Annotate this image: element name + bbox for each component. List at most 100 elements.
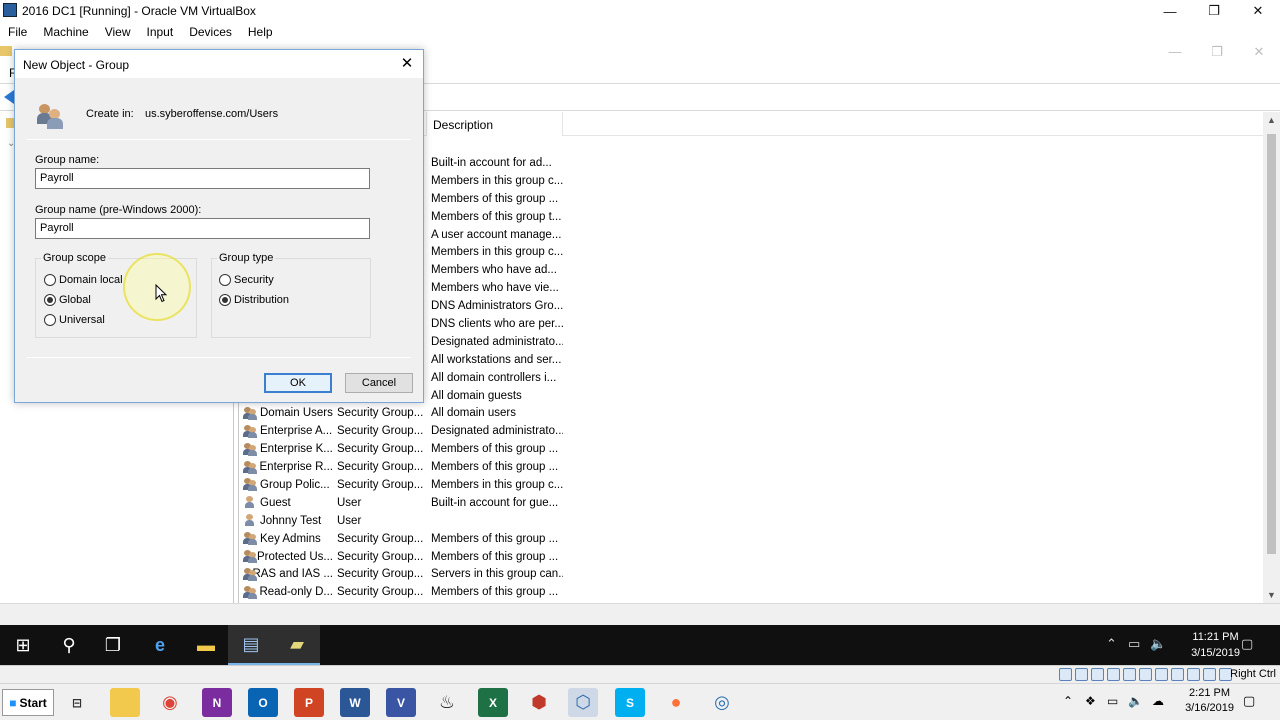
- guest-clock[interactable]: 11:21 PM 3/15/2019: [1191, 629, 1240, 661]
- table-row[interactable]: Protected Us... Security Group... Members …: [239, 548, 1263, 566]
- onenote-icon[interactable]: N: [202, 688, 232, 717]
- internet-explorer-icon[interactable]: e: [137, 625, 183, 665]
- cell-type: Security Group...: [337, 532, 424, 545]
- red-app-icon[interactable]: ⬢: [524, 688, 554, 717]
- menu-machine[interactable]: Machine: [35, 22, 96, 42]
- list-vertical-scrollbar[interactable]: ▲ ▼: [1263, 112, 1280, 603]
- onedrive-icon[interactable]: ☁: [1152, 694, 1164, 708]
- mmc-close-button[interactable]: ✕: [1238, 44, 1280, 60]
- radio-universal[interactable]: Universal: [44, 314, 105, 326]
- group-icon: [243, 478, 258, 492]
- cancel-button[interactable]: Cancel: [345, 373, 413, 393]
- dropbox-icon[interactable]: ❖: [1085, 694, 1096, 708]
- notifications-icon[interactable]: ▢: [1243, 693, 1255, 709]
- restore-button[interactable]: ❐: [1192, 0, 1236, 22]
- video-capture-icon[interactable]: [1171, 668, 1184, 681]
- outlook-icon[interactable]: O: [248, 688, 278, 717]
- display-icon[interactable]: [1155, 668, 1168, 681]
- tray-chevron-up-icon[interactable]: ⌃: [1106, 636, 1117, 652]
- firefox-icon[interactable]: ●: [661, 688, 691, 717]
- notifications-icon[interactable]: ▢: [1241, 636, 1253, 652]
- radio-security[interactable]: Security: [219, 274, 274, 286]
- file-explorer-icon[interactable]: ▬: [183, 625, 229, 665]
- cell-name-text: Protected Us...: [256, 550, 333, 563]
- host-start-button[interactable]: ■ Start: [2, 689, 54, 716]
- mouse-integration-icon[interactable]: [1203, 668, 1216, 681]
- start-label: Start: [19, 695, 47, 710]
- cell-name-text: Johnny Test: [260, 514, 322, 527]
- user-icon: [243, 496, 258, 509]
- menu-file[interactable]: File: [0, 22, 35, 42]
- hdd-icon[interactable]: [1059, 668, 1072, 681]
- audio-icon[interactable]: [1091, 668, 1104, 681]
- table-row[interactable]: Guest User Built-in account for gue...: [239, 494, 1263, 512]
- table-row[interactable]: Group Polic... Security Group... Members i…: [239, 476, 1263, 494]
- group-icon: [37, 102, 67, 130]
- powerpoint-icon[interactable]: P: [294, 688, 324, 717]
- group-icon: [243, 567, 257, 581]
- minimize-button[interactable]: —: [1148, 0, 1192, 22]
- radio-distribution[interactable]: Distribution: [219, 294, 289, 306]
- network-icon[interactable]: ▭: [1107, 694, 1118, 708]
- group-name-input[interactable]: Payroll: [35, 168, 370, 189]
- cpu-icon[interactable]: [1187, 668, 1200, 681]
- cell-name-text: Key Admins: [260, 532, 321, 545]
- scroll-thumb[interactable]: [1267, 134, 1276, 554]
- mmc-restore-button[interactable]: ❐: [1196, 44, 1238, 60]
- virtualbox-icon[interactable]: ⬡: [568, 688, 598, 717]
- close-button[interactable]: ✕: [1236, 0, 1280, 22]
- shared-folder-icon[interactable]: [1139, 668, 1152, 681]
- windows-start-icon[interactable]: ⊞: [0, 625, 46, 665]
- host-key-label: Right Ctrl: [1230, 668, 1276, 680]
- tray-chevron-up-icon[interactable]: ⌃: [1063, 694, 1073, 708]
- table-row[interactable]: Enterprise K... Security Group... Members …: [239, 440, 1263, 458]
- dialog-close-icon[interactable]: ✕: [397, 54, 417, 74]
- menu-help[interactable]: Help: [240, 22, 281, 42]
- chrome-icon[interactable]: ◉: [155, 688, 185, 717]
- file-explorer-icon[interactable]: [110, 688, 140, 717]
- search-icon[interactable]: ⚲: [46, 625, 92, 665]
- circle-app-icon[interactable]: ◎: [707, 688, 737, 717]
- cell-description: A user account manage...: [431, 228, 562, 241]
- server-manager-icon[interactable]: ▤: [228, 625, 274, 665]
- menu-devices[interactable]: Devices: [181, 22, 240, 42]
- ad-users-computers-icon[interactable]: ▰: [274, 625, 320, 665]
- mmc-minimize-button[interactable]: —: [1154, 44, 1196, 60]
- column-header-description[interactable]: Description: [427, 112, 563, 136]
- host-clock[interactable]: 2:21 PM 3/16/2019: [1185, 686, 1234, 716]
- task-view-icon[interactable]: ⊟: [62, 688, 92, 717]
- table-row[interactable]: Domain Users Security Group... All domain …: [239, 404, 1263, 422]
- task-view-icon[interactable]: ❐: [90, 625, 136, 665]
- menu-input[interactable]: Input: [139, 22, 182, 42]
- table-row[interactable]: Read-only D... Security Group... Members o…: [239, 583, 1263, 601]
- usb-icon[interactable]: [1123, 668, 1136, 681]
- excel-icon[interactable]: X: [478, 688, 508, 717]
- menu-view[interactable]: View: [97, 22, 139, 42]
- network-adapter-icon[interactable]: [1107, 668, 1120, 681]
- ok-button[interactable]: OK: [264, 373, 332, 393]
- flame-app-icon[interactable]: ♨: [432, 688, 462, 717]
- radio-global[interactable]: Global: [44, 294, 91, 306]
- cell-name-text: Group Polic...: [260, 478, 330, 491]
- back-arrow-icon[interactable]: [4, 90, 14, 104]
- network-icon[interactable]: ▭: [1128, 636, 1140, 652]
- visio-icon[interactable]: V: [386, 688, 416, 717]
- table-row[interactable]: Enterprise R... Security Group... Members …: [239, 458, 1263, 476]
- volume-icon[interactable]: 🔈: [1128, 694, 1143, 708]
- scroll-up-icon[interactable]: ▲: [1267, 115, 1276, 125]
- table-row[interactable]: Key Admins Security Group... Members of th…: [239, 530, 1263, 548]
- cell-description: Members in this group c...: [431, 174, 563, 187]
- scroll-down-icon[interactable]: ▼: [1267, 590, 1276, 600]
- optical-drive-icon[interactable]: [1075, 668, 1088, 681]
- cell-name-text: RAS and IAS ...: [252, 568, 333, 581]
- radio-domain-local[interactable]: Domain local: [44, 274, 123, 286]
- skype-icon[interactable]: S: [615, 688, 645, 717]
- cell-type: Security Group...: [337, 550, 424, 563]
- volume-icon[interactable]: 🔈: [1150, 636, 1166, 652]
- table-row[interactable]: Johnny Test User: [239, 512, 1263, 530]
- group-name-pre2000-input[interactable]: Payroll: [35, 218, 370, 239]
- table-row[interactable]: RAS and IAS ... Security Group... Servers …: [239, 565, 1263, 583]
- table-row[interactable]: Enterprise A... Security Group... Designat…: [239, 422, 1263, 440]
- cell-type: Security Group...: [337, 443, 424, 456]
- word-icon[interactable]: W: [340, 688, 370, 717]
